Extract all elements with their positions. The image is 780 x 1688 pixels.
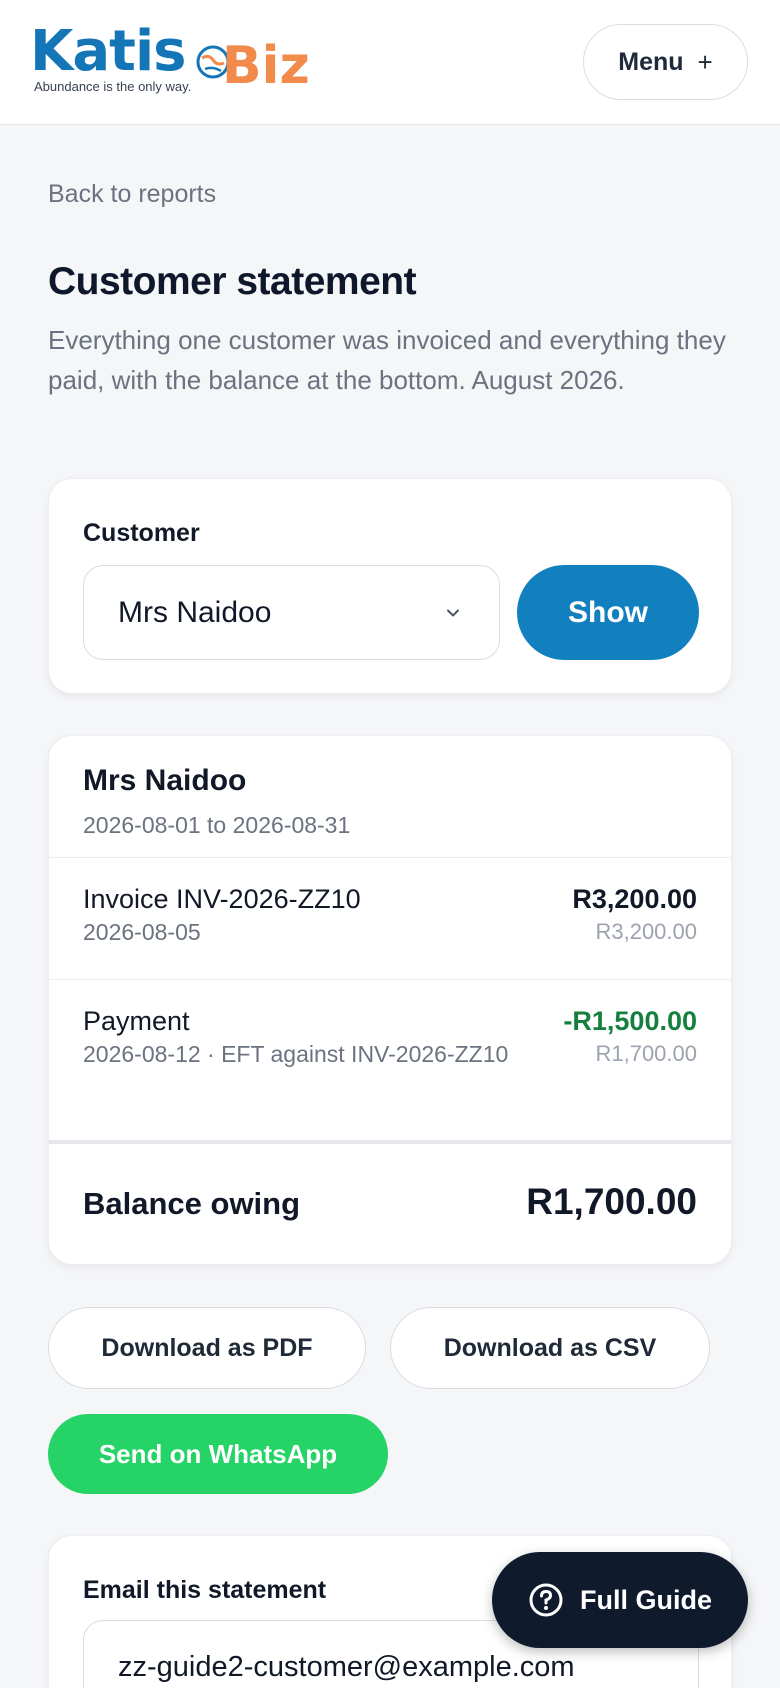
show-button[interactable]: Show	[517, 565, 699, 660]
download-csv-button[interactable]: Download as CSV	[390, 1307, 710, 1389]
row-running-balance: R3,200.00	[595, 919, 697, 944]
full-guide-button[interactable]: Full Guide	[492, 1552, 748, 1648]
row-amount: -R1,500.00	[563, 1006, 697, 1036]
row-subtitle: 2026-08-12 · EFT against INV-2026-ZZ10	[83, 1041, 509, 1067]
balance-owing-value: R1,700.00	[526, 1181, 697, 1222]
row-title: Payment	[83, 1006, 190, 1036]
chevron-down-icon	[447, 609, 459, 617]
back-to-reports-link[interactable]: Back to reports	[48, 180, 216, 209]
download-pdf-button[interactable]: Download as PDF	[48, 1307, 366, 1389]
page-description: Everything one customer was invoiced and…	[48, 325, 726, 395]
send-whatsapp-button[interactable]: Send on WhatsApp	[48, 1414, 388, 1494]
menu-button[interactable]: Menu +	[583, 24, 748, 100]
divider	[49, 857, 731, 858]
statement-date-range: 2026-08-01 to 2026-08-31	[83, 812, 351, 838]
katisbiz-logo[interactable]: Katis Biz Abundance is the only way.	[30, 22, 330, 102]
question-icon	[529, 1583, 563, 1617]
logo-wordmark-katis: Katis	[30, 19, 186, 84]
customer-picker-card: Customer Mrs Naidoo Show	[48, 478, 732, 694]
balance-owing-label: Balance owing	[83, 1186, 301, 1221]
customer-field-label: Customer	[83, 519, 200, 547]
menu-button-label: Menu	[618, 47, 684, 76]
statement-card: Mrs Naidoo 2026-08-01 to 2026-08-31 Invo…	[48, 735, 732, 1265]
app-header: Katis Biz Abundance is the only way. Men…	[0, 0, 780, 125]
row-running-balance: R1,700.00	[595, 1041, 697, 1066]
divider	[49, 979, 731, 980]
customer-select[interactable]: Mrs Naidoo	[83, 565, 500, 660]
balance-divider	[49, 1140, 731, 1144]
logo-wordmark-biz: Biz	[222, 36, 310, 96]
customer-select-value: Mrs Naidoo	[118, 595, 272, 629]
full-guide-label: Full Guide	[580, 1584, 712, 1615]
page-title: Customer statement	[48, 260, 417, 303]
row-subtitle: 2026-08-05	[83, 919, 201, 945]
row-amount: R3,200.00	[572, 884, 697, 914]
logo-tagline: Abundance is the only way.	[34, 79, 192, 94]
email-field-label: Email this statement	[83, 1576, 327, 1604]
row-title: Invoice INV-2026-ZZ10	[83, 884, 361, 914]
statement-customer-name: Mrs Naidoo	[83, 764, 247, 797]
plus-icon: +	[697, 46, 713, 77]
